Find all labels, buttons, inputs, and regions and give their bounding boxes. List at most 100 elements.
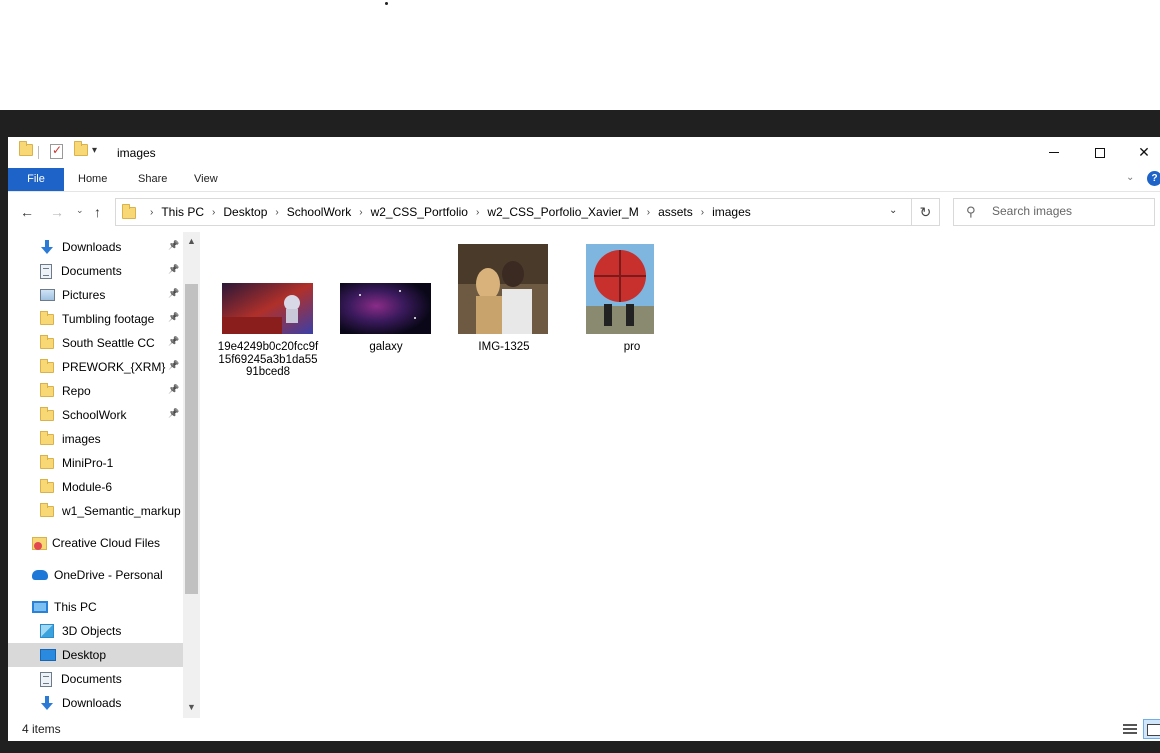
sidebar-item-this-pc[interactable]: This PC <box>8 595 183 619</box>
back-arrow-icon[interactable]: ← <box>20 204 34 220</box>
properties-icon[interactable] <box>50 143 63 159</box>
maximize-button[interactable] <box>1077 137 1123 168</box>
sidebar-item-schoolwork[interactable]: SchoolWork 📌 <box>8 403 183 427</box>
ribbon-tabs: File Home Share View ⌄ ? <box>8 168 1160 192</box>
breadcrumb-chevron-icon[interactable]: › <box>476 207 479 218</box>
pin-icon[interactable]: 📌 <box>168 288 179 299</box>
breadcrumb-this-pc[interactable]: This PC <box>161 205 204 219</box>
breadcrumb-chevron-icon[interactable]: › <box>150 207 153 218</box>
sidebar-item-label: Tumbling footage <box>62 312 155 326</box>
address-dropdown-chevron-icon[interactable]: ⌄ <box>889 205 897 216</box>
sidebar-item-documents[interactable]: Documents <box>8 667 183 691</box>
customize-toolbar-chevron-icon[interactable]: ▾ <box>92 145 97 156</box>
sidebar-item-desktop[interactable]: Desktop <box>8 643 183 667</box>
sidebar-item-tumbling-footage[interactable]: Tumbling footage 📌 <box>8 307 183 331</box>
sidebar-item-3d-objects[interactable]: 3D Objects <box>8 619 183 643</box>
stray-dot <box>385 2 388 5</box>
sidebar-item-label: Repo <box>62 384 91 398</box>
close-button[interactable]: ✕ <box>1121 137 1160 168</box>
maximize-icon <box>1095 147 1105 158</box>
tab-home[interactable]: Home <box>68 168 117 191</box>
tab-file[interactable]: File <box>8 168 64 191</box>
address-folder-icon <box>122 204 136 219</box>
scroll-thumb[interactable] <box>185 284 198 594</box>
sidebar-item-creative-cloud-files[interactable]: Creative Cloud Files <box>8 531 183 555</box>
breadcrumb-chevron-icon[interactable]: › <box>359 207 362 218</box>
folder-icon <box>40 406 54 421</box>
sidebar-item-repo[interactable]: Repo 📌 <box>8 379 183 403</box>
sidebar-item-documents[interactable]: Documents 📌 <box>8 259 183 283</box>
folder-icon <box>40 478 54 493</box>
scroll-down-icon[interactable]: ▼ <box>187 702 196 712</box>
search-icon: ⚲ <box>966 204 976 219</box>
sidebar-item-label: Documents <box>61 264 122 278</box>
address-bar[interactable]: › This PC › Desktop › SchoolWork › w2_CS… <box>115 198 912 226</box>
search-box[interactable]: ⚲ <box>953 198 1155 226</box>
file-explorer-window: ▾ images ✕ File Home Share View ⌄ ? ← → … <box>8 137 1160 741</box>
documents-icon <box>40 263 52 279</box>
sidebar-item-label: Pictures <box>62 288 106 302</box>
pin-icon[interactable]: 📌 <box>168 312 179 323</box>
breadcrumb-images[interactable]: images <box>712 205 751 219</box>
sidebar-item-label: This PC <box>54 600 97 614</box>
sidebar-item-label: PREWORK_{XRM} <box>62 360 166 374</box>
large-icons-view-icon[interactable] <box>1143 719 1160 739</box>
sidebar-item-label: Downloads <box>62 696 122 710</box>
breadcrumb-portfolio-xavier[interactable]: w2_CSS_Porfolio_Xavier_M <box>487 205 638 219</box>
tab-share[interactable]: Share <box>128 168 177 191</box>
recent-locations-chevron-icon[interactable]: ⌄ <box>76 205 84 216</box>
breadcrumb-chevron-icon[interactable]: › <box>275 207 278 218</box>
sidebar-item-minipro-1[interactable]: MiniPro-1 <box>8 451 183 475</box>
sidebar-item-downloads[interactable]: Downloads 📌 <box>8 235 183 259</box>
navigation-bar: ← → ⌄ ↑ › This PC › Desktop › SchoolWork… <box>8 192 1160 232</box>
pin-icon[interactable]: 📌 <box>168 240 179 251</box>
scroll-up-icon[interactable]: ▲ <box>187 236 196 246</box>
documents-icon <box>40 671 52 687</box>
sidebar-item-label: South Seattle CC <box>62 336 155 350</box>
file-name: 19e4249b0c20fcc9f15f69245a3b1da5591bced8 <box>217 341 319 378</box>
file-name: pro <box>623 341 641 353</box>
sidebar-item-module-6[interactable]: Module-6 <box>8 475 183 499</box>
help-icon[interactable]: ? <box>1147 171 1160 186</box>
expand-ribbon-chevron-icon[interactable]: ⌄ <box>1126 172 1134 183</box>
refresh-icon[interactable]: ↻ <box>912 198 940 226</box>
new-folder-icon[interactable] <box>74 141 88 156</box>
breadcrumb-chevron-icon[interactable]: › <box>212 207 215 218</box>
folder-icon <box>40 310 54 325</box>
sidebar-item-south-seattle-cc[interactable]: South Seattle CC 📌 <box>8 331 183 355</box>
breadcrumb-schoolwork[interactable]: SchoolWork <box>287 205 351 219</box>
quick-access-folder-icon[interactable] <box>19 141 33 156</box>
breadcrumb-desktop[interactable]: Desktop <box>223 205 267 219</box>
file-thumbnail <box>458 244 548 334</box>
tab-view[interactable]: View <box>184 168 228 191</box>
details-view-icon[interactable] <box>1122 722 1138 736</box>
pin-icon[interactable]: 📌 <box>168 336 179 347</box>
breadcrumb-chevron-icon[interactable]: › <box>647 207 650 218</box>
minimize-button[interactable] <box>1031 137 1077 168</box>
window-title: images <box>117 146 156 160</box>
sidebar-item-onedrive-personal[interactable]: OneDrive - Personal <box>8 563 183 587</box>
download-arrow-icon <box>40 240 54 254</box>
breadcrumb-assets[interactable]: assets <box>658 205 693 219</box>
sidebar-item-prework-xrm[interactable]: PREWORK_{XRM} 📌 <box>8 355 183 379</box>
up-arrow-icon[interactable]: ↑ <box>94 204 101 220</box>
pin-icon[interactable]: 📌 <box>168 360 179 371</box>
sidebar-item-w1-semantic-markup[interactable]: w1_Semantic_markup <box>8 499 183 523</box>
item-count: 4 items <box>22 722 61 736</box>
pin-icon[interactable]: 📌 <box>168 264 179 275</box>
breadcrumb-w2-css-portfolio[interactable]: w2_CSS_Portfolio <box>371 205 468 219</box>
sidebar-item-downloads[interactable]: Downloads <box>8 691 183 715</box>
sidebar-item-pictures[interactable]: Pictures 📌 <box>8 283 183 307</box>
breadcrumb-chevron-icon[interactable]: › <box>701 207 704 218</box>
navigation-scrollbar[interactable]: ▲ ▼ <box>183 232 200 718</box>
navigation-pane: Downloads 📌 Documents 📌 Pictures 📌 Tumbling fo… <box>8 232 200 718</box>
file-thumbnail <box>586 244 654 334</box>
sidebar-item-label: Creative Cloud Files <box>52 536 161 550</box>
pin-icon[interactable]: 📌 <box>168 384 179 395</box>
forward-arrow-icon[interactable]: → <box>50 204 64 220</box>
close-icon: ✕ <box>1138 144 1150 160</box>
pin-icon[interactable]: 📌 <box>168 408 179 419</box>
search-input[interactable] <box>992 204 1150 218</box>
3d-objects-icon <box>40 624 54 638</box>
sidebar-item-images[interactable]: images <box>8 427 183 451</box>
